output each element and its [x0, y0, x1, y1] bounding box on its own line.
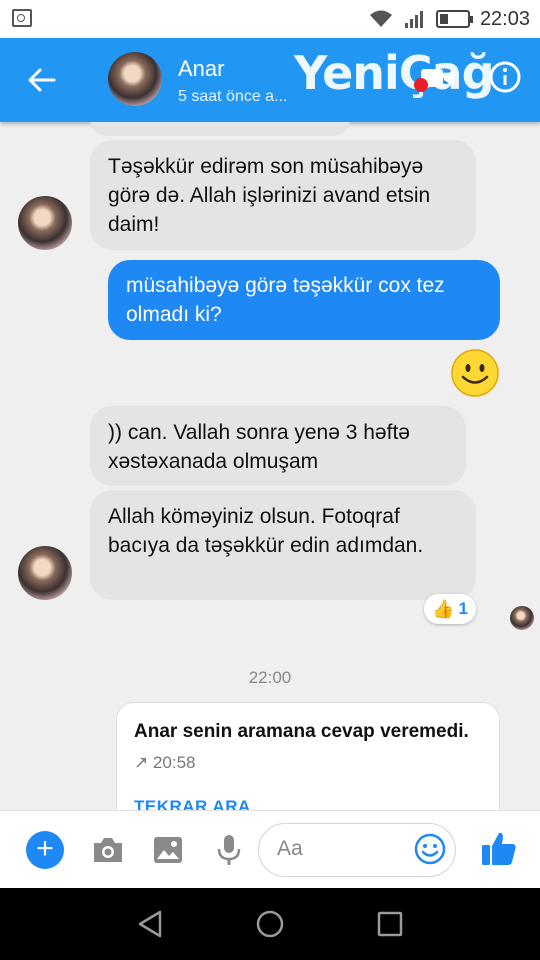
reaction-badge[interactable]: 👍 1 — [424, 594, 476, 624]
sender-avatar[interactable] — [18, 546, 72, 600]
compose-bar: + Aa — [0, 810, 540, 888]
signal-icon — [404, 11, 423, 28]
gallery-notification-icon — [12, 9, 32, 27]
timestamp-divider: 22:00 — [248, 668, 292, 687]
camera-icon[interactable] — [91, 833, 125, 867]
contact-avatar[interactable] — [108, 52, 162, 106]
status-bar: 22:03 — [0, 0, 540, 38]
missed-call-card[interactable]: Anar senin aramana cevap veremedi. ↗ 20:… — [116, 702, 500, 810]
nav-back-icon[interactable] — [132, 906, 168, 942]
like-button-icon[interactable] — [480, 829, 518, 867]
microphone-icon[interactable] — [212, 833, 246, 867]
seen-avatar — [510, 606, 534, 630]
call-card-title: Anar senin aramana cevap veremedi. — [134, 721, 469, 742]
gallery-icon[interactable] — [151, 833, 185, 867]
nav-home-icon[interactable] — [252, 906, 288, 942]
last-active-status: 5 saat önce a... — [178, 88, 288, 105]
smiley-emoji-icon[interactable] — [450, 348, 500, 398]
watermark-logo: YeniÇağ — [294, 46, 495, 100]
message-list[interactable]: Təşəkkür edirəm son müsahibəyə görə də. … — [0, 122, 540, 810]
contact-name[interactable]: Anar — [178, 56, 224, 82]
message-bubble-incoming[interactable]: )) can. Vallah sonra yenə 3 həftə xəstəx… — [90, 406, 466, 486]
message-input-placeholder: Aa — [277, 837, 303, 860]
back-arrow-icon[interactable] — [26, 66, 58, 94]
emoji-picker-icon[interactable] — [414, 833, 446, 865]
system-navigation-bar — [0, 888, 540, 960]
status-time: 22:03 — [479, 7, 530, 30]
thumbs-up-icon: 👍 — [432, 598, 455, 619]
message-bubble-outgoing[interactable]: müsahibəyə görə təşəkkür cox tez olmadı … — [108, 260, 500, 340]
message-bubble-incoming[interactable]: Allah köməyiniz olsun. Fotoqraf bacıya d… — [90, 490, 476, 600]
call-again-button[interactable]: TEKRAR ARA — [134, 797, 251, 810]
conversation-header: Anar 5 saat önce a... YeniÇağ — [0, 38, 540, 122]
battery-icon — [435, 10, 473, 28]
more-actions-button[interactable]: + — [26, 831, 64, 869]
reaction-count: 1 — [458, 599, 468, 618]
sender-avatar[interactable] — [18, 196, 72, 250]
message-bubble-partial — [90, 122, 350, 136]
nav-recents-icon[interactable] — [372, 906, 408, 942]
call-card-time: ↗ 20:58 — [134, 753, 196, 772]
message-bubble-incoming[interactable]: Təşəkkür edirəm son müsahibəyə görə də. … — [90, 140, 476, 250]
wifi-icon — [369, 10, 392, 27]
